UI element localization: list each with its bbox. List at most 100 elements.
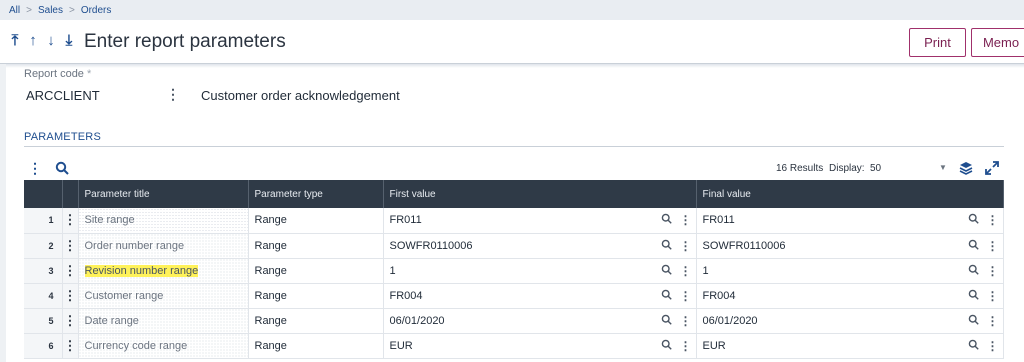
search-icon[interactable] [661,213,672,227]
kebab-menu-icon[interactable]: ⋮ [680,290,692,302]
first-value-text: SOWFR0110006 [389,239,473,252]
kebab-menu-icon[interactable]: ⋮ [62,233,79,259]
table-header-row: Parameter title Parameter type First val… [24,180,1004,208]
kebab-menu-icon[interactable]: ⋮ [62,208,79,234]
table-row[interactable]: 3 ⋮ Revision number range Range 1 ⋮ 1 ⋮ [24,258,1004,284]
expand-icon[interactable] [985,161,999,180]
search-icon[interactable] [661,239,672,253]
table-row[interactable]: 6 ⋮ Currency code range Range EUR ⋮ EUR … [24,333,1004,359]
column-header-first-value[interactable]: First value [383,180,697,208]
final-value-cell[interactable]: FR011 ⋮ [696,208,1004,234]
previous-record-icon[interactable]: ↑ [26,32,40,49]
final-value-cell[interactable]: 1 ⋮ [696,258,1004,284]
title-bar: ⤒ ↑ ↓ ⤓ Enter report parameters Print Me… [0,20,1024,64]
kebab-menu-icon[interactable]: ⋮ [680,340,692,352]
search-icon[interactable] [661,264,672,278]
first-value-cell[interactable]: SOWFR0110006 ⋮ [383,233,697,259]
kebab-menu-icon[interactable]: ⋮ [28,160,42,177]
memo-button[interactable]: Memo [971,28,1024,57]
kebab-menu-icon[interactable]: ⋮ [987,290,999,302]
parameter-title-text: Date range [84,314,139,327]
column-header-parameter-title[interactable]: Parameter title [78,180,249,208]
kebab-menu-icon[interactable]: ⋮ [680,214,692,226]
section-title: PARAMETERS [24,131,101,143]
search-icon[interactable] [55,161,69,180]
parameter-title-cell: Revision number range [78,258,249,284]
column-header-parameter-type[interactable]: Parameter type [248,180,384,208]
table-row[interactable]: 2 ⋮ Order number range Range SOWFR011000… [24,233,1004,259]
column-header-actions [62,180,79,208]
kebab-menu-icon[interactable]: ⋮ [62,308,79,334]
parameter-title-cell: Date range [78,308,249,334]
first-record-icon[interactable]: ⤒ [8,32,22,49]
parameter-title-cell: Order number range [78,233,249,259]
kebab-menu-icon[interactable]: ⋮ [680,265,692,277]
report-code-field[interactable]: ARCCLIENT [26,88,100,103]
required-marker: * [86,68,92,80]
row-number: 4 [24,283,63,309]
final-value-cell[interactable]: 06/01/2020 ⋮ [696,308,1004,334]
last-record-icon[interactable]: ⤓ [62,32,76,49]
final-value-cell[interactable]: EUR ⋮ [696,333,1004,359]
row-number: 5 [24,308,63,334]
column-header-final-value[interactable]: Final value [696,180,1004,208]
final-value-cell[interactable]: FR004 ⋮ [696,283,1004,309]
layers-icon[interactable] [959,161,973,180]
parameter-type-cell: Range [248,308,384,334]
parameter-type-cell: Range [248,333,384,359]
row-number: 3 [24,258,63,284]
final-value-text: FR004 [702,289,736,302]
kebab-menu-icon[interactable]: ⋮ [62,333,79,359]
next-record-icon[interactable]: ↓ [44,32,58,49]
kebab-menu-icon[interactable]: ⋮ [987,340,999,352]
parameter-type-cell: Range [248,208,384,234]
first-value-cell[interactable]: FR011 ⋮ [383,208,697,234]
parameter-title-cell: Site range [78,208,249,234]
first-value-cell[interactable]: FR004 ⋮ [383,283,697,309]
kebab-menu-icon[interactable]: ⋮ [987,315,999,327]
search-icon[interactable] [968,239,979,253]
kebab-menu-icon[interactable]: ⋮ [987,265,999,277]
display-select[interactable]: 50 [870,163,881,174]
kebab-menu-icon[interactable]: ⋮ [680,240,692,252]
parameter-title-text: Order number range [84,239,185,252]
table-row[interactable]: 4 ⋮ Customer range Range FR004 ⋮ FR004 ⋮ [24,283,1004,309]
kebab-menu-icon[interactable]: ⋮ [62,258,79,284]
kebab-menu-icon[interactable]: ⋮ [62,283,79,309]
print-button[interactable]: Print [909,28,966,57]
title-divider [0,64,1024,68]
record-navigation: ⤒ ↑ ↓ ⤓ [8,32,76,49]
first-value-text: FR011 [389,214,422,227]
kebab-menu-icon[interactable]: ⋮ [680,315,692,327]
table-row[interactable]: 1 ⋮ Site range Range FR011 ⋮ FR011 ⋮ [24,208,1004,234]
chevron-right-icon: > [68,4,75,16]
kebab-menu-icon[interactable]: ⋮ [987,214,999,226]
row-number: 1 [24,208,63,234]
final-value-text: EUR [702,339,726,352]
final-value-text: SOWFR0110006 [702,239,786,252]
display-label: Display: [829,163,865,174]
page-title: Enter report parameters [84,31,286,52]
first-value-cell[interactable]: EUR ⋮ [383,333,697,359]
search-icon[interactable] [968,264,979,278]
kebab-menu-icon[interactable]: ⋮ [987,240,999,252]
first-value-text: FR004 [389,289,423,302]
results-count: 16 Results [776,163,824,174]
search-icon[interactable] [661,339,672,353]
final-value-cell[interactable]: SOWFR0110006 ⋮ [696,233,1004,259]
search-icon[interactable] [968,289,979,303]
first-value-cell[interactable]: 1 ⋮ [383,258,697,284]
search-icon[interactable] [661,289,672,303]
caret-down-icon[interactable]: ▼ [939,163,947,172]
breadcrumb-orders[interactable]: Orders [81,5,112,16]
kebab-menu-icon[interactable]: ⋮ [166,86,180,103]
breadcrumb-all[interactable]: All [9,5,20,16]
breadcrumb-sales[interactable]: Sales [38,5,63,16]
table-row[interactable]: 5 ⋮ Date range Range 06/01/2020 ⋮ 06/01/… [24,308,1004,334]
search-icon[interactable] [661,314,672,328]
search-icon[interactable] [968,314,979,328]
first-value-cell[interactable]: 06/01/2020 ⋮ [383,308,697,334]
search-icon[interactable] [968,213,979,227]
search-icon[interactable] [968,339,979,353]
row-number: 6 [24,333,63,359]
